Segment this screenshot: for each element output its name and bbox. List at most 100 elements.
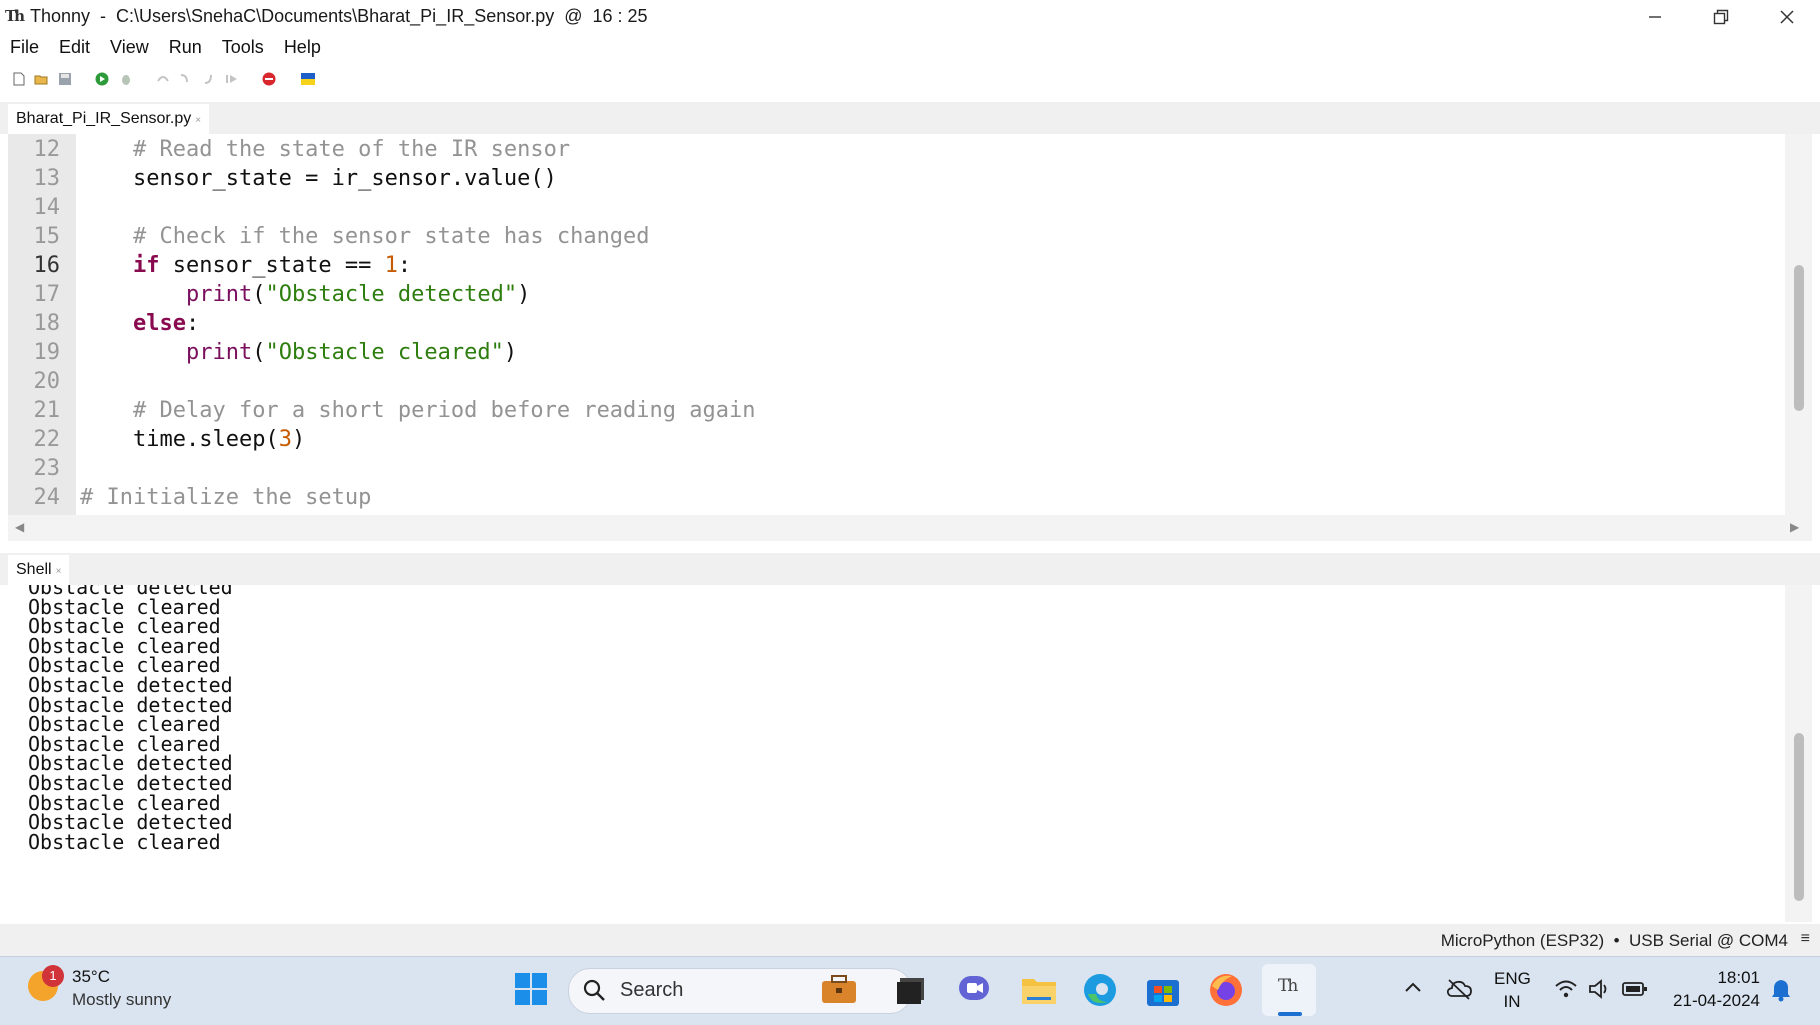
scroll-right-icon[interactable]: ▶	[1790, 520, 1799, 534]
code-line: 20	[8, 367, 1785, 396]
line-number: 21	[33, 398, 61, 423]
editor-horizontal-scrollbar[interactable]: ◀ ▶	[8, 515, 1812, 541]
ukraine-flag-icon[interactable]	[301, 72, 315, 86]
editor-tab[interactable]: Bharat_Pi_IR_Sensor.py ×	[8, 104, 210, 134]
code-token: (	[252, 282, 266, 307]
restore-button[interactable]	[1688, 0, 1754, 33]
notification-bell-icon[interactable]	[1770, 978, 1792, 1002]
step-out-icon[interactable]	[202, 72, 216, 86]
new-file-icon[interactable]	[12, 72, 26, 86]
clock-time[interactable]: 18:01	[1660, 968, 1760, 988]
store-icon[interactable]	[1146, 974, 1180, 1006]
code-token: # Delay for a short period before readin…	[132, 398, 756, 423]
edge-icon[interactable]	[1082, 972, 1118, 1008]
weather-description[interactable]: Mostly sunny	[72, 990, 171, 1010]
code-text: time.sleep(3)	[80, 425, 305, 454]
task-view-icon[interactable]	[896, 976, 926, 1006]
volume-icon[interactable]	[1588, 978, 1612, 1000]
shell-vertical-scrollbar[interactable]	[1785, 585, 1812, 922]
shell-tab-bar	[0, 553, 1820, 585]
step-into-icon[interactable]	[178, 72, 192, 86]
code-text: sensor_state = ir_sensor.value()	[80, 164, 557, 193]
firefox-icon[interactable]	[1208, 972, 1244, 1008]
code-text: print("Obstacle detected")	[80, 280, 530, 309]
code-text: # Initialize the setup	[80, 483, 371, 512]
code-token: "Obstacle cleared"	[265, 340, 504, 365]
title-bar: Th Thonny - C:\Users\SnehaC\Documents\Bh…	[0, 0, 1820, 33]
shell-scroll-thumb[interactable]	[1794, 733, 1804, 901]
code-editor[interactable]: 12 # Read the state of the IR sensor 13 s…	[8, 134, 1785, 515]
line-number: 19	[33, 340, 61, 365]
status-bar: MicroPython (ESP32) • USB Serial @ COM4 …	[0, 924, 1820, 956]
code-token: )	[503, 340, 518, 365]
interpreter-status[interactable]: MicroPython (ESP32) • USB Serial @ COM4	[1441, 931, 1788, 951]
thonny-app-icon: Th	[5, 7, 25, 25]
shell-output[interactable]: Obstacle detected Obstacle cleared Obstacl…	[8, 585, 1785, 922]
code-text: # Read the state of the IR sensor	[80, 135, 570, 164]
menu-view[interactable]: View	[100, 33, 159, 61]
scroll-left-icon[interactable]: ◀	[15, 520, 24, 534]
menu-run[interactable]: Run	[159, 33, 212, 61]
close-button[interactable]	[1754, 0, 1820, 33]
weather-temperature[interactable]: 35°C	[72, 967, 110, 987]
debug-icon[interactable]	[119, 72, 133, 86]
menu-tools[interactable]: Tools	[212, 33, 274, 61]
minimize-button[interactable]	[1622, 0, 1688, 33]
code-token: )	[517, 282, 531, 307]
status-menu-icon[interactable]: ≡	[1801, 930, 1810, 948]
shell-tab-close-icon[interactable]: ×	[56, 566, 62, 577]
briefcase-icon[interactable]	[820, 973, 858, 1005]
code-token: sensor_state ==	[159, 253, 385, 278]
code-line: 22 time.sleep(3)	[8, 425, 1785, 454]
code-token: # Read the state of the IR sensor	[132, 137, 571, 162]
code-line: 16 if sensor_state == 1:	[8, 251, 1785, 280]
run-icon[interactable]	[95, 72, 109, 86]
editor-scroll-thumb[interactable]	[1794, 265, 1804, 411]
language-line-2[interactable]: IN	[1494, 992, 1530, 1012]
stop-icon[interactable]	[262, 72, 276, 86]
editor-tab-bar	[0, 102, 1820, 134]
code-line: 21 # Delay for a short period before rea…	[8, 396, 1785, 425]
clock-date[interactable]: 21-04-2024	[1660, 991, 1760, 1011]
code-text: else:	[80, 309, 199, 338]
close-icon	[1780, 9, 1794, 24]
editor-vertical-scrollbar[interactable]	[1785, 134, 1812, 515]
code-line: 23	[8, 454, 1785, 483]
code-token: sensor_state = ir_sensor.value()	[132, 166, 557, 191]
search-label: Search	[620, 979, 684, 1001]
menu-edit[interactable]: Edit	[49, 33, 100, 61]
menu-file[interactable]: File	[0, 33, 49, 61]
line-number: 16	[33, 253, 61, 278]
wifi-icon[interactable]	[1554, 978, 1578, 1000]
menu-help[interactable]: Help	[274, 33, 331, 61]
code-line: 18 else:	[8, 309, 1785, 338]
step-over-icon[interactable]	[156, 72, 170, 86]
windows-start-icon[interactable]	[514, 972, 548, 1006]
line-number: 15	[33, 224, 61, 249]
language-line-1[interactable]: ENG	[1494, 969, 1531, 989]
code-token: # Initialize the setup	[80, 485, 372, 510]
chat-icon[interactable]	[958, 974, 992, 1006]
code-token: 3	[278, 427, 292, 452]
search-icon	[583, 979, 605, 1001]
resume-icon[interactable]	[225, 72, 239, 86]
file-explorer-icon[interactable]	[1021, 975, 1057, 1005]
shell-tab[interactable]: Shell ×	[8, 555, 70, 585]
line-number: 23	[33, 456, 61, 481]
cloud-offline-icon[interactable]	[1446, 978, 1472, 1000]
chevron-up-icon[interactable]	[1404, 980, 1422, 994]
save-icon[interactable]	[58, 72, 72, 86]
line-number: 13	[33, 166, 61, 191]
tab-close-icon[interactable]: ×	[195, 115, 201, 126]
window-title: Thonny - C:\Users\SnehaC\Documents\Bhara…	[30, 6, 648, 26]
code-line: 14	[8, 193, 1785, 222]
thonny-taskbar-icon: Th	[1278, 976, 1298, 996]
battery-icon[interactable]	[1622, 980, 1648, 998]
open-file-icon[interactable]	[34, 72, 48, 86]
